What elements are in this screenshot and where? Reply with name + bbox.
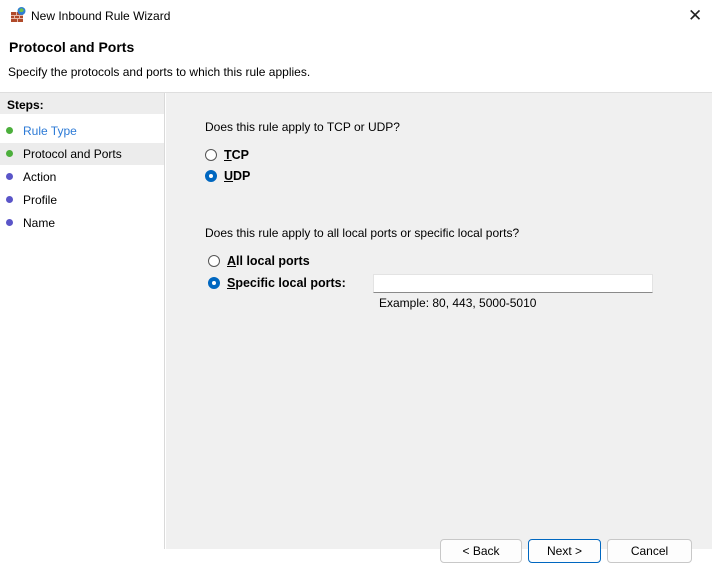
wizard-header: Protocol and Ports Specify the protocols… [0, 32, 712, 92]
radio-unchecked-icon [205, 149, 217, 161]
step-pending-icon [6, 196, 13, 203]
firewall-rule-icon [11, 7, 26, 22]
steps-heading: Steps: [0, 93, 164, 114]
close-icon: ✕ [688, 6, 703, 26]
step-action[interactable]: Action [0, 166, 164, 188]
protocol-question: Does this rule apply to TCP or UDP? [205, 120, 400, 134]
specific-ports-input[interactable] [373, 274, 653, 293]
udp-label: UDP [224, 169, 251, 183]
step-label: Name [23, 216, 56, 230]
title-bar: New Inbound Rule Wizard ✕ [0, 0, 712, 32]
ports-question: Does this rule apply to all local ports … [205, 226, 520, 240]
steps-pane: Steps: Rule Type Protocol and Ports Acti… [0, 93, 165, 549]
step-label: Action [23, 170, 57, 184]
step-protocol-and-ports[interactable]: Protocol and Ports [0, 143, 164, 165]
step-label: Protocol and Ports [23, 147, 122, 161]
window-title: New Inbound Rule Wizard [31, 9, 171, 23]
step-rule-type[interactable]: Rule Type [0, 120, 164, 142]
page-title: Protocol and Ports [9, 39, 135, 55]
step-current-icon [6, 150, 13, 157]
step-pending-icon [6, 219, 13, 226]
radio-checked-icon [208, 277, 220, 289]
specific-local-ports-label: Specific local ports: [227, 276, 346, 290]
step-pending-icon [6, 173, 13, 180]
cancel-button[interactable]: Cancel [607, 539, 692, 563]
page-subtitle: Specify the protocols and ports to which… [8, 65, 311, 79]
radio-checked-icon [205, 170, 217, 182]
step-label: Profile [23, 193, 58, 207]
step-profile[interactable]: Profile [0, 189, 164, 211]
back-button[interactable]: < Back [440, 539, 522, 563]
radio-unchecked-icon [208, 255, 220, 267]
tcp-label: TCP [224, 148, 250, 162]
step-label: Rule Type [23, 124, 77, 138]
next-button[interactable]: Next > [528, 539, 601, 563]
main-panel: Does this rule apply to TCP or UDP? TCP … [166, 93, 712, 563]
ports-example: Example: 80, 443, 5000-5010 [379, 296, 537, 310]
step-name[interactable]: Name [0, 212, 164, 234]
all-local-ports-label: All local ports [227, 254, 310, 268]
close-button[interactable]: ✕ [676, 0, 712, 32]
step-complete-icon [6, 127, 13, 134]
